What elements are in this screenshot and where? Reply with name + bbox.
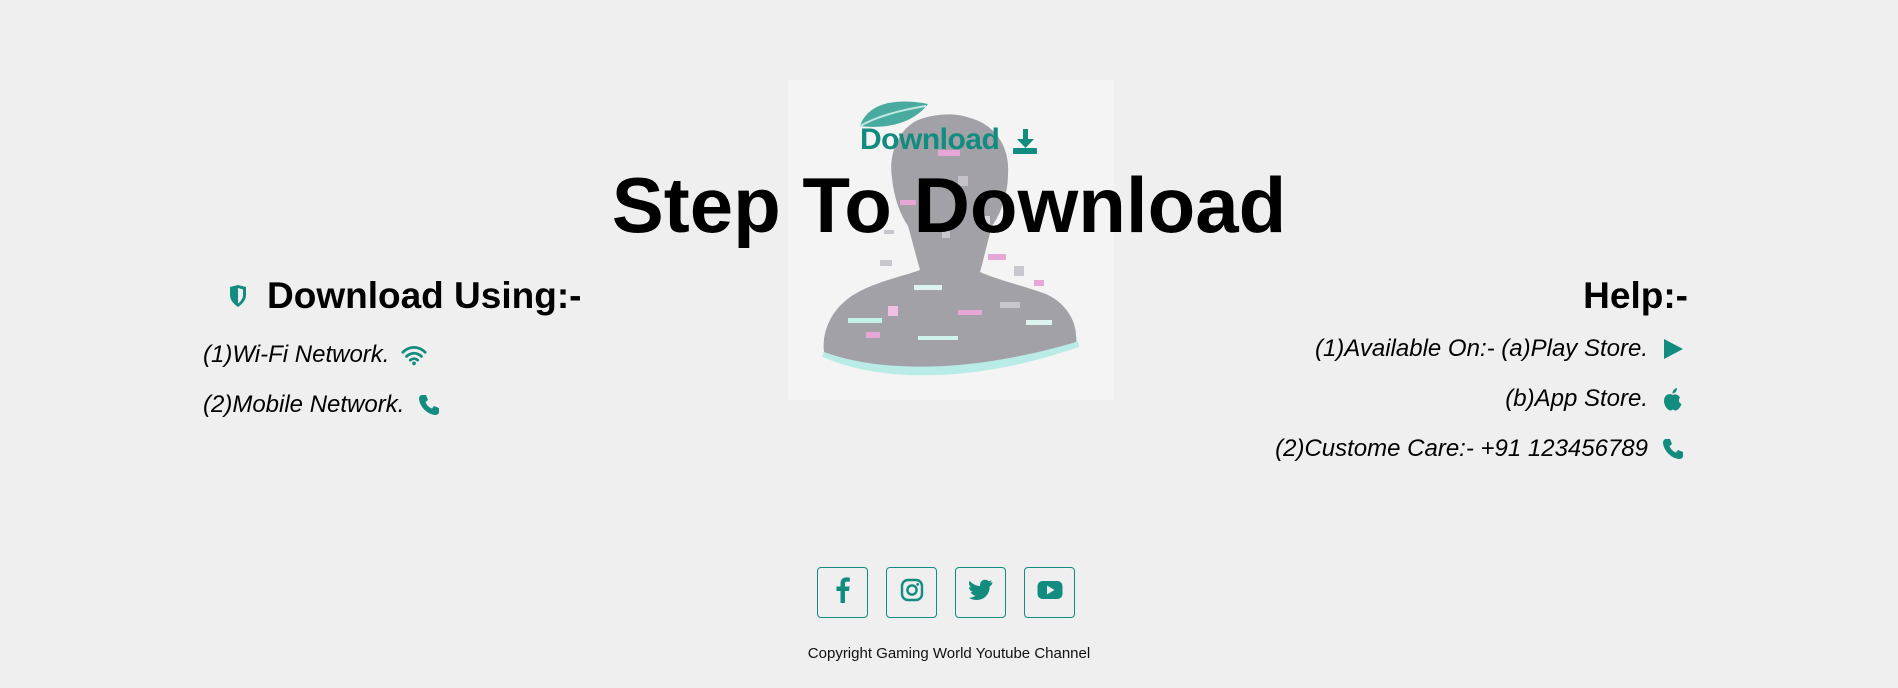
copyright-text: Copyright Gaming World Youtube Channel: [807, 645, 1091, 662]
facebook-button[interactable]: [817, 567, 868, 618]
twitter-icon: [968, 579, 993, 606]
wifi-label: (1)Wi-Fi Network.: [203, 341, 390, 368]
download-using-heading: Download Using:-: [225, 275, 581, 317]
app-store-label: (b)App Store.: [1505, 385, 1648, 412]
wifi-icon: [401, 342, 427, 368]
instagram-button[interactable]: [886, 567, 937, 618]
download-using-heading-text: Download Using:-: [267, 275, 582, 316]
list-item-wifi: (1)Wi-Fi Network.: [203, 341, 581, 369]
social-links: [817, 567, 1075, 618]
youtube-icon: [1037, 580, 1063, 605]
help-section: Help:- (1)Available On:- (a)Play Store. …: [1275, 275, 1688, 463]
apple-icon[interactable]: [1660, 386, 1686, 412]
logo-text: Download: [860, 123, 1000, 156]
instagram-icon: [900, 578, 924, 607]
page: Download Step To Download Download Using…: [0, 0, 1898, 688]
play-icon[interactable]: [1660, 336, 1686, 362]
youtube-button[interactable]: [1024, 567, 1075, 618]
phone-icon: [1660, 436, 1686, 462]
page-title: Step To Download: [611, 161, 1287, 249]
list-item-play-store: (1)Available On:- (a)Play Store.: [1275, 335, 1686, 363]
help-heading: Help:-: [1583, 275, 1688, 316]
shield-icon: [225, 283, 251, 309]
customer-care-label: (2)Custome Care:- +91 123456789: [1275, 435, 1648, 462]
list-item-mobile: (2)Mobile Network.: [203, 391, 581, 419]
list-item-customer-care: (2)Custome Care:- +91 123456789: [1275, 435, 1686, 463]
list-item-app-store: (b)App Store.: [1275, 385, 1686, 413]
facebook-icon: [836, 577, 850, 608]
phone-icon: [416, 392, 442, 418]
play-store-label: (1)Available On:- (a)Play Store.: [1314, 335, 1648, 362]
mobile-label: (2)Mobile Network.: [203, 391, 405, 418]
twitter-button[interactable]: [955, 567, 1006, 618]
download-icon: [1011, 127, 1039, 155]
download-using-section: Download Using:- (1)Wi-Fi Network. (2)Mo…: [203, 275, 581, 419]
